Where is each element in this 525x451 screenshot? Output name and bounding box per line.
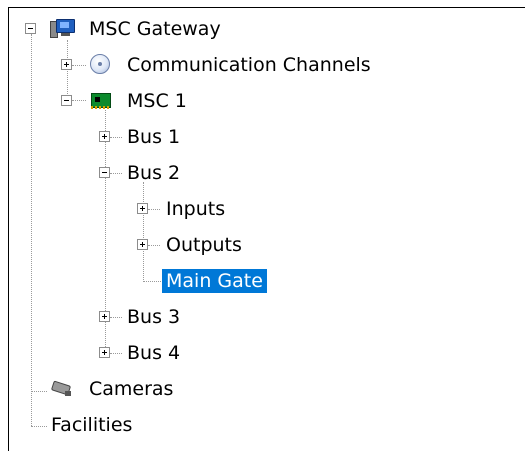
disc-icon — [89, 53, 111, 75]
security-camera-icon — [50, 380, 74, 398]
tree-connector — [72, 100, 86, 101]
tree-node-msc-gateway[interactable]: MSC Gateway — [89, 17, 221, 41]
expand-toggle-outputs[interactable] — [137, 239, 148, 250]
tree-connector — [31, 391, 47, 392]
tree-connector — [110, 353, 122, 354]
tree-node-communication-channels[interactable]: Communication Channels — [127, 53, 371, 77]
tree-connector — [110, 317, 122, 318]
collapse-toggle-msc-1[interactable] — [61, 95, 72, 106]
tree-connector — [110, 137, 122, 138]
tree-connector — [143, 182, 144, 282]
collapse-toggle-bus-2[interactable] — [99, 167, 110, 178]
expand-toggle-bus-3[interactable] — [99, 311, 110, 322]
tree-node-main-gate[interactable]: Main Gate — [162, 269, 267, 293]
tree-connector — [72, 65, 86, 66]
expand-toggle-communication-channels[interactable] — [61, 59, 72, 70]
tree-connector — [148, 209, 160, 210]
tree-connector — [31, 426, 47, 427]
expand-toggle-bus-4[interactable] — [99, 347, 110, 358]
circuit-board-icon — [89, 90, 111, 110]
tree-node-bus-2[interactable]: Bus 2 — [127, 161, 180, 185]
tree-node-bus-4[interactable]: Bus 4 — [127, 341, 180, 365]
tree-connector — [67, 40, 68, 100]
collapse-toggle-msc-gateway[interactable] — [25, 23, 36, 34]
tree-view: MSC Gateway Communication Channels MSC 1… — [0, 0, 525, 450]
tree-connector — [110, 173, 122, 174]
tree-connector — [143, 281, 161, 282]
expand-toggle-inputs[interactable] — [137, 203, 148, 214]
tree-node-bus-3[interactable]: Bus 3 — [127, 305, 180, 329]
tree-node-outputs[interactable]: Outputs — [166, 233, 242, 257]
tree-node-cameras[interactable]: Cameras — [89, 377, 173, 401]
tree-node-msc-1[interactable]: MSC 1 — [127, 89, 187, 113]
computer-network-icon — [50, 17, 76, 39]
expand-toggle-bus-1[interactable] — [99, 131, 110, 142]
tree-connector — [31, 34, 32, 426]
tree-connector — [148, 245, 160, 246]
tree-node-inputs[interactable]: Inputs — [166, 197, 225, 221]
tree-node-facilities[interactable]: Facilities — [51, 413, 132, 437]
tree-node-bus-1[interactable]: Bus 1 — [127, 125, 180, 149]
